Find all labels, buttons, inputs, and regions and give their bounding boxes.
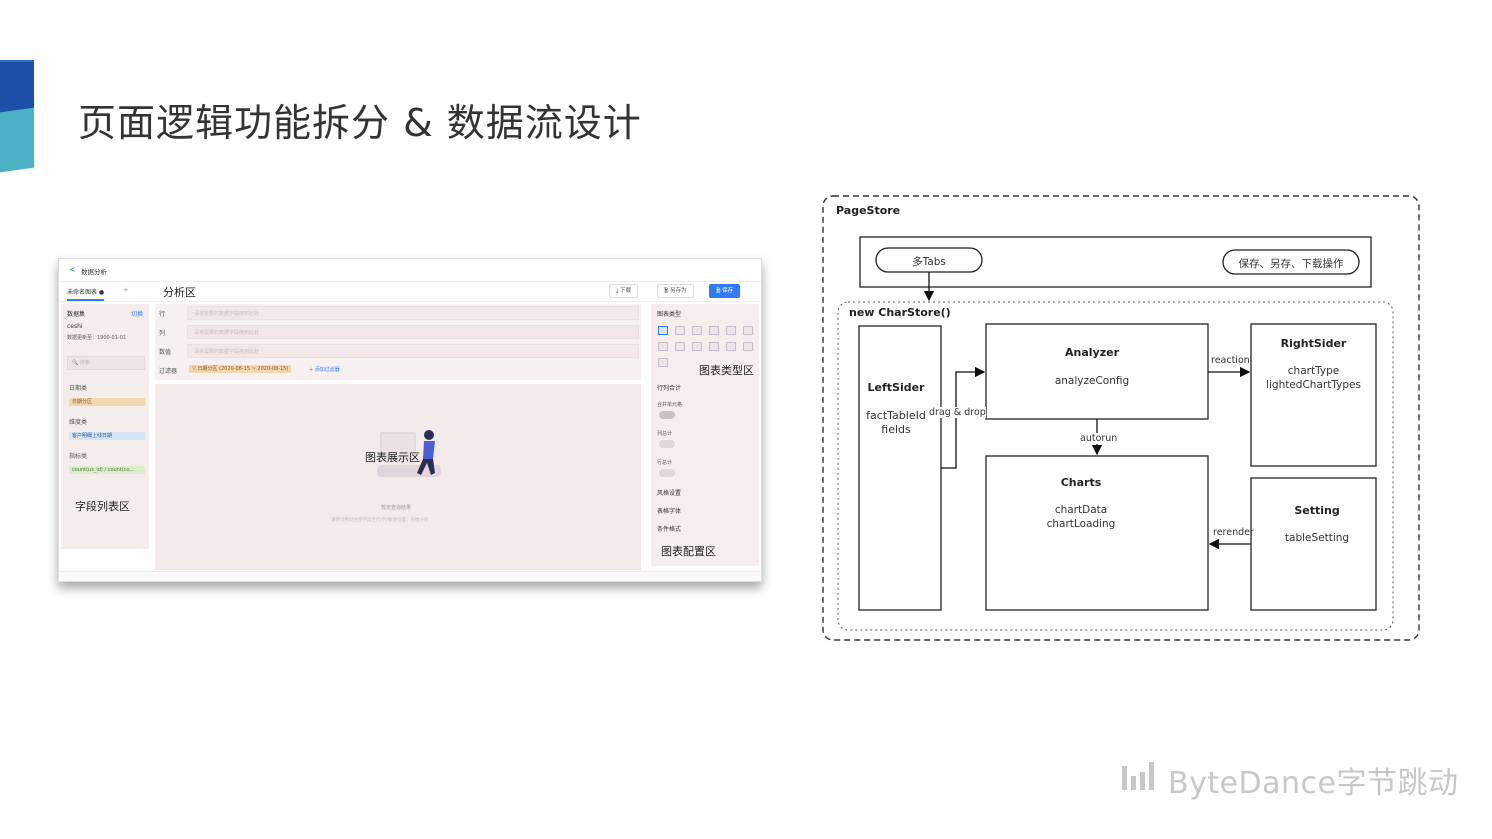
- analyzer-field: analyzeConfig: [1054, 375, 1130, 387]
- rightsider-field: chartType: [1287, 365, 1340, 377]
- bytedance-logo-icon: [1122, 762, 1154, 790]
- analyzer-box: [985, 323, 1209, 420]
- setting-field: tableSetting: [1284, 532, 1350, 544]
- tabs-label: 多Tabs: [912, 256, 946, 268]
- edge-label-drag-drop: drag & drop: [929, 407, 986, 418]
- rightsider-field: lightedChartTypes: [1266, 379, 1361, 391]
- leftsider-title: LeftSider: [867, 381, 925, 394]
- edge-label-reaction: reaction: [1211, 355, 1250, 366]
- charstore-label: new CharStore(): [849, 306, 951, 319]
- leftsider-box: [858, 325, 942, 611]
- edge-label-autorun: autorun: [1080, 433, 1118, 444]
- setting-box: [1250, 477, 1377, 611]
- brand-text: ByteDance字节跳动: [1168, 766, 1459, 801]
- save-ops-label: 保存、另存、下载操作: [1238, 258, 1344, 270]
- leftsider-field: factTableId: [866, 409, 926, 422]
- charts-title: Charts: [1060, 476, 1102, 489]
- edge-drag-drop: [941, 366, 986, 469]
- rightsider-title: RightSider: [1280, 337, 1347, 350]
- edge-label-rerender: rerender: [1213, 527, 1254, 538]
- charts-field: chartLoading: [1046, 518, 1116, 530]
- charts-field: chartData: [1054, 504, 1108, 516]
- setting-title: Setting: [1294, 504, 1340, 517]
- analyzer-title: Analyzer: [1065, 346, 1119, 359]
- architecture-diagram: [822, 195, 1420, 641]
- leftsider-field: fields: [881, 423, 911, 436]
- pagestore-label: PageStore: [836, 204, 901, 217]
